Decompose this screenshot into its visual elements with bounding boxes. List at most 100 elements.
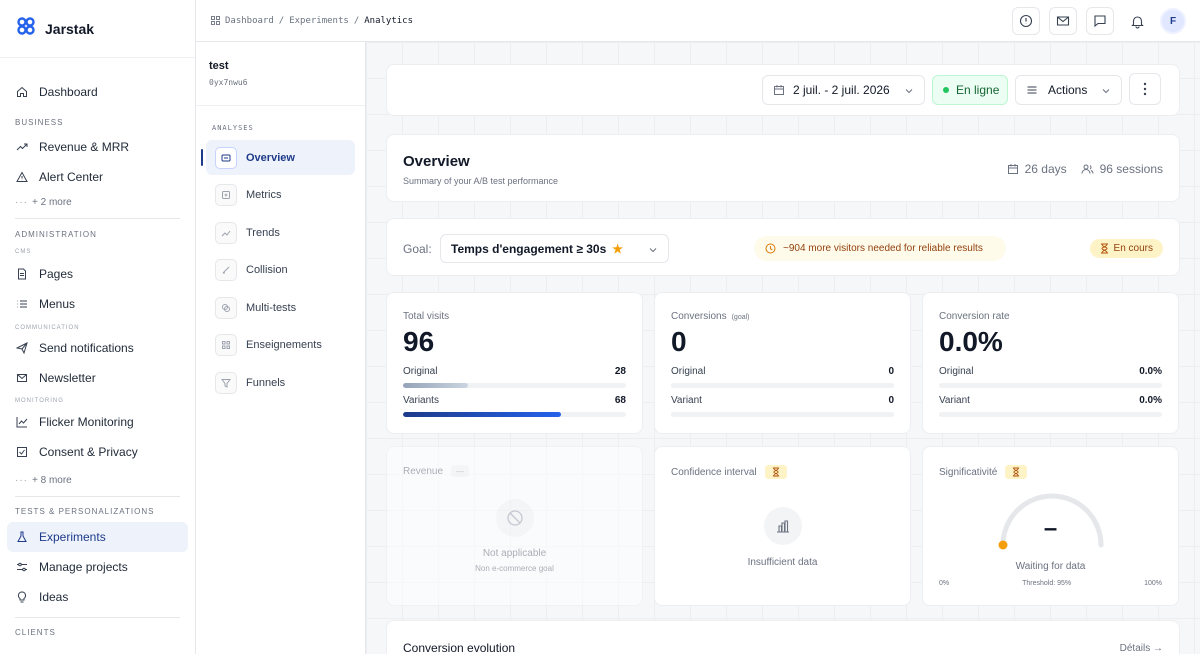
significance-card: Significativité – Waiting for data 0% Th…	[922, 446, 1179, 606]
significance-value: –	[1043, 515, 1058, 542]
status-online-button[interactable]: En ligne	[932, 75, 1008, 105]
stat-label: Total visits	[403, 311, 450, 322]
sidebar-item-ideas[interactable]: Ideas	[0, 582, 195, 612]
not-applicable-icon	[495, 499, 534, 537]
sidebar-section-administration: Administration	[15, 230, 97, 239]
sidebar-item-label: Dashboard	[39, 85, 98, 99]
status-dot	[943, 87, 949, 93]
subnav-item-metrics[interactable]: Metrics	[206, 178, 355, 213]
hourglass-icon	[1005, 465, 1028, 479]
variant-bar	[671, 412, 894, 417]
topbar: Dashboard / Experiments / Analytics F	[196, 0, 1200, 42]
variant-row: Variant 0.0%	[939, 395, 1162, 406]
more-options-button[interactable]	[1129, 73, 1161, 105]
menu-icon	[1027, 86, 1037, 94]
mail-icon	[1056, 16, 1070, 26]
variant-row: Variant 0	[671, 395, 894, 406]
grid-icon	[222, 341, 230, 349]
sidebar-item-send-notifications[interactable]: Send notifications	[0, 333, 195, 363]
notifications-button[interactable]	[1123, 7, 1151, 35]
sidebar-item-alert-center[interactable]: Alert Center	[0, 162, 195, 192]
more-vertical-icon	[1143, 82, 1147, 96]
sidebar-item-manage-projects[interactable]: Manage projects	[0, 552, 195, 582]
original-row: Original 28	[403, 366, 626, 377]
breadcrumb-dashboard[interactable]: Dashboard	[225, 16, 274, 26]
sidebar-item-label: Ideas	[39, 590, 69, 604]
topbar-actions: F	[1012, 7, 1186, 35]
toolbar-card: 2 juil. - 2 juil. 2026 En ligne Actions	[386, 64, 1180, 116]
original-bar	[939, 383, 1162, 388]
star-icon: ★	[612, 241, 624, 256]
gauge-min: 0%	[939, 580, 950, 587]
breadcrumb-separator: /	[278, 15, 285, 26]
goal-card: Goal: Temps d'engagement ≥ 30s ★ ~904 mo…	[386, 218, 1180, 276]
flask-icon	[17, 531, 27, 542]
ellipsis-icon: ···	[15, 474, 28, 486]
subnav-item-collision[interactable]: Collision	[206, 253, 355, 288]
hourglass-icon	[764, 465, 787, 479]
info-icon	[1019, 14, 1033, 28]
sidebar-item-revenue[interactable]: Revenue & MRR	[0, 132, 195, 162]
main-content: 2 juil. - 2 juil. 2026 En ligne Actions …	[366, 42, 1200, 654]
variant-bar	[939, 412, 1162, 417]
sidebar-item-menus[interactable]: Menus	[0, 289, 195, 319]
variants-row: Variants 68	[403, 395, 626, 406]
significance-label: Significativité	[939, 465, 1028, 479]
subnav-item-trends[interactable]: Trends	[206, 215, 355, 250]
goal-value: Temps d'engagement ≥ 30s	[451, 241, 607, 256]
sidebar-item-label: Alert Center	[39, 170, 104, 184]
experiment-header: test 0yx7nwu6	[196, 42, 365, 106]
goal-select[interactable]: Temps d'engagement ≥ 30s ★	[440, 234, 669, 263]
funnel-icon	[221, 378, 231, 388]
sidebar-more-admin[interactable]: ··· + 8 more	[0, 470, 195, 490]
sidebar-item-flicker-monitoring[interactable]: Flicker Monitoring	[0, 407, 195, 437]
sidebar-section-clients: Clients	[15, 628, 56, 637]
layers-icon	[222, 303, 230, 312]
gauge-scale: 0% Threshold: 95% 100%	[939, 580, 1162, 587]
sidebar-section-tests: Tests & Personalizations	[15, 507, 155, 516]
breadcrumb: Dashboard / Experiments / Analytics	[196, 16, 413, 26]
sidebar-item-dashboard[interactable]: Dashboard	[0, 77, 195, 107]
list-icon	[17, 300, 27, 308]
grid-icon	[211, 16, 220, 25]
sliders-icon	[17, 562, 27, 572]
brand-name: Jarstak	[45, 20, 95, 37]
subnav-item-multi-tests[interactable]: Multi-tests	[206, 290, 355, 325]
sidebar-more-business[interactable]: ··· + 2 more	[0, 192, 195, 212]
duration: 26 days	[1007, 162, 1067, 176]
sidebar-section-business: Business	[15, 118, 64, 127]
subnav-item-funnels[interactable]: Funnels	[206, 365, 355, 400]
mail-button[interactable]	[1049, 7, 1077, 35]
sidebar-item-label: Newsletter	[39, 371, 96, 385]
details-link[interactable]: Détails →	[1120, 643, 1163, 654]
send-icon	[16, 342, 28, 354]
info-button[interactable]	[1012, 7, 1040, 35]
revenue-na: Not applicable	[482, 548, 547, 559]
gauge-max: 100%	[1144, 580, 1162, 587]
date-range-picker[interactable]: 2 juil. - 2 juil. 2026	[762, 75, 925, 105]
sidebar-item-label: Flicker Monitoring	[39, 415, 134, 429]
original-bar	[403, 383, 626, 388]
subnav-item-enseignements[interactable]: Enseignements	[206, 328, 355, 363]
sidebar-item-consent-privacy[interactable]: Consent & Privacy	[0, 437, 195, 467]
brand[interactable]: Jarstak	[0, 0, 195, 58]
actions-label: Actions	[1048, 83, 1088, 97]
experiment-id: 0yx7nwu6	[209, 78, 248, 87]
confidence-label: Confidence interval	[671, 465, 787, 479]
warning-icon	[16, 171, 28, 182]
revenue-note: Non e-commerce goal	[475, 564, 554, 573]
stat-value: 0	[671, 326, 687, 357]
feedback-button[interactable]	[1086, 7, 1114, 35]
subnav-item-overview[interactable]: Overview	[201, 140, 355, 175]
breadcrumb-experiments[interactable]: Experiments	[289, 16, 349, 26]
conversion-rate-card: Conversion rate 0.0% Original 0.0% Varian…	[922, 292, 1179, 434]
status-label: En ligne	[956, 83, 1000, 97]
avatar[interactable]: F	[1160, 8, 1186, 34]
mail-icon	[17, 374, 27, 382]
chevron-down-icon	[905, 89, 913, 94]
sidebar-item-newsletter[interactable]: Newsletter	[0, 363, 195, 393]
sidebar-item-experiments[interactable]: Experiments	[7, 522, 188, 552]
evolution-title: Conversion evolution	[403, 641, 516, 654]
actions-dropdown[interactable]: Actions	[1015, 75, 1122, 105]
sidebar-item-pages[interactable]: Pages	[0, 259, 195, 289]
